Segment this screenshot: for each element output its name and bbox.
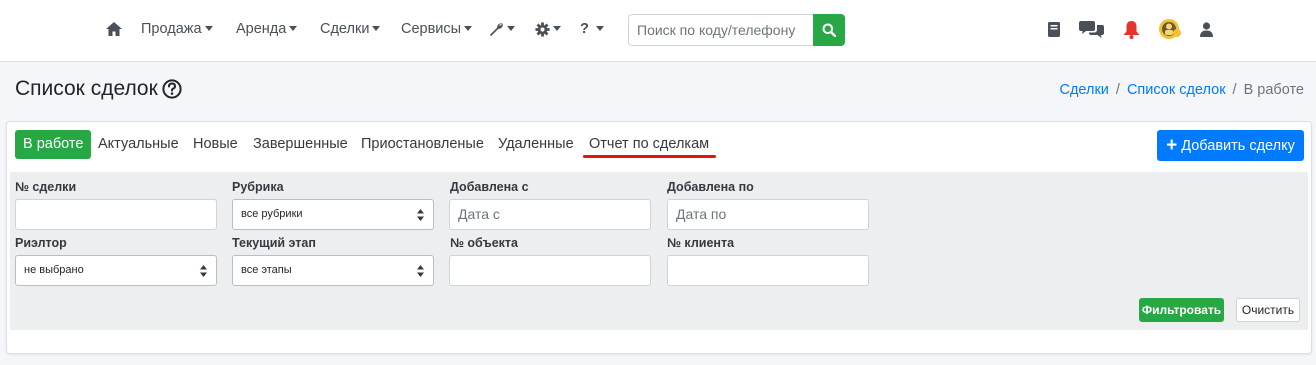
nav-menu-sale[interactable]: Продажа: [141, 18, 213, 40]
chevron-down-icon: [507, 25, 515, 31]
breadcrumb-separator: /: [1115, 82, 1120, 98]
client-number-label: № клиента: [667, 236, 735, 250]
chevron-down-icon: [464, 25, 473, 31]
tab-deleted[interactable]: Удаленные: [498, 130, 574, 159]
top-navbar: Продажа Аренда Сделки Сервисы ?: [0, 0, 1316, 62]
home-icon[interactable]: [106, 18, 122, 40]
select-arrows-icon: [417, 209, 424, 221]
select-arrows-icon: [417, 265, 424, 277]
tab-actual[interactable]: Актуальные: [98, 130, 179, 159]
breadcrumb-deals[interactable]: Сделки: [1059, 82, 1108, 98]
tab-completed[interactable]: Завершенные: [253, 130, 348, 159]
deal-number-label: № сделки: [15, 180, 77, 194]
chevron-down-icon: [289, 25, 298, 31]
filter-button[interactable]: Фильтровать: [1139, 298, 1224, 322]
add-deal-button[interactable]: + Добавить сделку: [1157, 130, 1304, 161]
nav-menu-sale-label: Продажа: [141, 21, 202, 37]
search-button[interactable]: [813, 14, 845, 46]
nav-menu-tools[interactable]: [489, 18, 515, 40]
rubric-select-value: все рубрики: [241, 208, 303, 220]
highlight-underline: [583, 155, 716, 158]
added-to-label: Добавлена по: [667, 180, 754, 194]
avatar[interactable]: [1158, 18, 1182, 40]
breadcrumb-current: В работе: [1243, 82, 1304, 98]
clear-button[interactable]: Очистить: [1236, 298, 1300, 322]
realtor-label: Риэлтор: [15, 236, 67, 250]
book-icon[interactable]: [1047, 18, 1061, 40]
chevron-down-icon: [372, 25, 381, 31]
search-input[interactable]: [628, 14, 814, 46]
stage-select[interactable]: все этапы: [232, 255, 434, 286]
nav-menu-deals[interactable]: Сделки: [320, 18, 381, 40]
nav-menu-services[interactable]: Сервисы: [401, 18, 473, 40]
client-number-input[interactable]: [667, 255, 869, 286]
search-icon: [822, 23, 836, 37]
nav-menu-rent-label: Аренда: [236, 21, 287, 37]
question-circle-icon[interactable]: [162, 79, 182, 104]
help-label: ?: [580, 21, 589, 37]
plus-icon: +: [1166, 135, 1178, 156]
tab-in-progress[interactable]: В работе: [15, 130, 92, 159]
gear-icon: [535, 22, 550, 37]
stage-label: Текущий этап: [232, 236, 316, 250]
add-deal-label: Добавить сделку: [1181, 137, 1295, 154]
search-bar: [628, 14, 845, 46]
object-number-input[interactable]: [449, 255, 651, 286]
realtor-select[interactable]: не выбрано: [15, 255, 217, 286]
nav-menu-settings[interactable]: [535, 18, 561, 40]
chevron-down-icon: [204, 25, 213, 31]
breadcrumb-deal-list[interactable]: Список сделок: [1127, 82, 1226, 98]
added-from-input[interactable]: Дата с: [449, 199, 651, 230]
rubric-select[interactable]: все рубрики: [232, 199, 434, 230]
user-icon[interactable]: [1199, 18, 1213, 40]
bell-icon[interactable]: [1122, 18, 1140, 40]
tab-suspended[interactable]: Приостановленые: [361, 130, 484, 159]
deal-number-input[interactable]: [15, 199, 217, 230]
chevron-down-icon: [553, 25, 561, 31]
filter-panel: [10, 172, 1308, 330]
added-from-label: Добавлена с: [450, 180, 529, 194]
nav-menu-help[interactable]: ?: [580, 18, 604, 40]
stage-select-value: все этапы: [241, 264, 292, 276]
tab-new[interactable]: Новые: [193, 130, 238, 159]
nav-menu-services-label: Сервисы: [401, 21, 462, 37]
chevron-down-icon: [595, 25, 604, 31]
select-arrows-icon: [200, 265, 207, 277]
nav-menu-deals-label: Сделки: [320, 21, 370, 37]
wrench-icon: [490, 22, 503, 36]
page-title: Список сделок: [15, 77, 158, 100]
realtor-select-value: не выбрано: [24, 264, 84, 276]
chat-icon[interactable]: [1078, 18, 1104, 40]
breadcrumb: Сделки / Список сделок / В работе: [1059, 82, 1304, 98]
rubric-label: Рубрика: [232, 180, 284, 194]
added-to-input[interactable]: Дата по: [667, 199, 869, 230]
nav-menu-rent[interactable]: Аренда: [236, 18, 298, 40]
breadcrumb-separator: /: [1232, 82, 1237, 98]
object-number-label: № объекта: [450, 236, 518, 250]
